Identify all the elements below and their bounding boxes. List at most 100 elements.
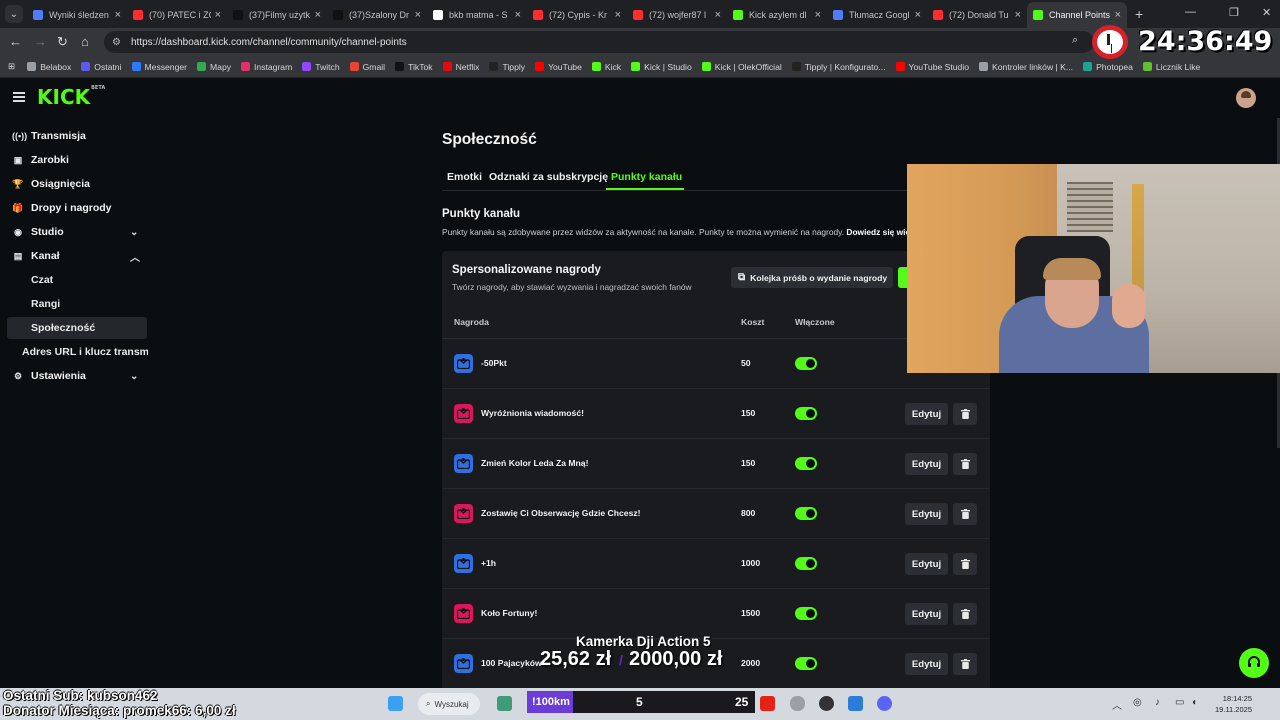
sidebar-item-spolecznosc[interactable]: Społeczność — [31, 322, 95, 334]
tab-search-button[interactable]: ⌄ — [5, 5, 23, 23]
bookmark-item[interactable]: Tipply | Konfigurato... — [791, 62, 886, 72]
tab-close-icon[interactable]: × — [315, 9, 321, 21]
tray-clock[interactable]: 18:14:25 19.11.2025 — [1214, 693, 1252, 715]
sidebar-item-settings[interactable]: ⚙ Ustawienia ⌄ — [12, 365, 138, 387]
delete-button[interactable] — [953, 553, 977, 575]
minimize-icon[interactable]: — — [1185, 6, 1196, 18]
tab-emotki[interactable]: Emotki — [447, 171, 482, 183]
mouse-app-icon[interactable] — [790, 696, 805, 711]
browser-tab[interactable]: (72) wojfer87 l × — [627, 2, 727, 28]
delete-button[interactable] — [953, 653, 977, 675]
menu-icon[interactable] — [13, 92, 25, 102]
bookmark-item[interactable]: Gmail — [349, 62, 385, 72]
bookmark-item[interactable]: Belabox — [27, 62, 71, 72]
tab-close-icon[interactable]: × — [815, 9, 821, 21]
sidebar-item-stream-key[interactable]: Adres URL i klucz transmisji — [22, 346, 148, 358]
tab-punkty-kanalu[interactable]: Punkty kanału — [611, 171, 682, 183]
sidebar-item-rangi[interactable]: Rangi — [31, 298, 60, 310]
reward-enabled-toggle[interactable] — [795, 407, 817, 420]
edit-button[interactable]: Edytuj — [905, 403, 948, 425]
bookmark-item[interactable]: Kick — [591, 62, 621, 72]
bookmark-item[interactable]: YouTube — [535, 62, 582, 72]
taskbar-search[interactable]: ⌕ Wyszukaj — [418, 693, 480, 715]
browser-tab[interactable]: (37)Szalony Dr × — [327, 2, 427, 28]
obs-app-icon[interactable] — [819, 696, 834, 711]
tab-close-icon[interactable]: × — [915, 9, 921, 21]
bookmark-item[interactable]: Kick | OlekOfficial — [701, 62, 782, 72]
new-tab-button[interactable]: + — [1135, 6, 1143, 22]
tray-wifi-icon[interactable]: ▭ — [1175, 697, 1184, 708]
window-app-icon[interactable] — [848, 696, 863, 711]
tab-close-icon[interactable]: × — [415, 9, 421, 21]
delete-button[interactable] — [953, 503, 977, 525]
delete-button[interactable] — [953, 403, 977, 425]
bookmark-item[interactable]: Licznik Like — [1142, 62, 1200, 72]
redemption-queue-button[interactable]: ⧉ Kolejka próśb o wydanie nagrody — [731, 267, 893, 288]
reward-enabled-toggle[interactable] — [795, 357, 817, 370]
home-icon[interactable]: ⌂ — [81, 34, 89, 49]
edit-button[interactable]: Edytuj — [905, 603, 948, 625]
site-info-icon[interactable]: ⚙ — [112, 37, 121, 48]
tab-close-icon[interactable]: × — [215, 9, 221, 21]
url-input[interactable]: ⚙ https://dashboard.kick.com/channel/com… — [104, 31, 1094, 53]
bookmark-item[interactable]: Twitch — [302, 62, 340, 72]
reward-enabled-toggle[interactable] — [795, 457, 817, 470]
avatar[interactable] — [1236, 88, 1256, 108]
browser-tab[interactable]: (37)Filmy użytk × — [227, 2, 327, 28]
bookmark-item[interactable]: Messenger — [131, 62, 187, 72]
bookmark-item[interactable]: Kontroler linków | K... — [979, 62, 1073, 72]
apps-icon[interactable]: ⊞ — [8, 61, 15, 72]
tab-close-icon[interactable]: × — [615, 9, 621, 21]
edit-button[interactable]: Edytuj — [905, 453, 948, 475]
discord-app-icon[interactable] — [877, 696, 892, 711]
reward-enabled-toggle[interactable] — [795, 557, 817, 570]
support-chat-button[interactable] — [1239, 648, 1269, 678]
sidebar-item-transmisja[interactable]: ((•)) Transmisja — [12, 125, 86, 147]
maximize-icon[interactable]: ❐ — [1229, 6, 1239, 19]
chevron-down-icon[interactable]: ⌄ — [130, 371, 138, 382]
sidebar-item-osi-gni-cia[interactable]: 🏆 Osiągnięcia — [12, 173, 90, 195]
tab-close-icon[interactable]: × — [1015, 9, 1021, 21]
browser-tab[interactable]: Tłumacz Googl × — [827, 2, 927, 28]
bookmark-item[interactable]: YouTube Studio — [895, 62, 969, 72]
forward-icon[interactable]: → — [34, 34, 47, 49]
bookmark-item[interactable]: Netflix — [442, 62, 479, 72]
browser-tab[interactable]: Channel Points × — [1027, 2, 1127, 28]
bookmark-item[interactable]: Tipply — [489, 62, 525, 72]
tab-odznaki[interactable]: Odznaki za subskrypcję — [489, 171, 608, 183]
edit-button[interactable]: Edytuj — [905, 503, 948, 525]
chevron-up-icon[interactable]: ︿ — [130, 249, 140, 264]
sidebar-item-dropy-i-nagrody[interactable]: 🎁 Dropy i nagrody — [12, 197, 111, 219]
browser-tab[interactable]: (72) Donald Tu × — [927, 2, 1027, 28]
tab-close-icon[interactable]: × — [1115, 9, 1121, 21]
tray-chevron-icon[interactable]: ︿ — [1112, 697, 1122, 712]
sidebar-item-czat[interactable]: Czat — [31, 274, 53, 286]
learn-more-link[interactable]: Dowiedz się więcej — [846, 227, 908, 237]
sidebar-item-kana-[interactable]: ▤ Kanał ︿ — [12, 245, 140, 267]
delete-button[interactable] — [953, 603, 977, 625]
tab-close-icon[interactable]: × — [115, 9, 121, 21]
edit-button[interactable]: Edytuj — [905, 553, 948, 575]
youtube-app-icon[interactable] — [760, 696, 775, 711]
browser-tab[interactable]: (72) Cypis - Kr × — [527, 2, 627, 28]
bookmark-item[interactable]: Ostatni — [81, 62, 122, 72]
delete-button[interactable] — [953, 453, 977, 475]
reward-enabled-toggle[interactable] — [795, 657, 817, 670]
reward-enabled-toggle[interactable] — [795, 507, 817, 520]
tray-network-icon[interactable]: ◎ — [1133, 697, 1142, 708]
reward-enabled-toggle[interactable] — [795, 607, 817, 620]
close-window-icon[interactable]: ✕ — [1262, 6, 1271, 19]
browser-tab[interactable]: Kick azylem dl × — [727, 2, 827, 28]
tray-mic-icon[interactable]: ♪ — [1155, 697, 1160, 708]
chevron-down-icon[interactable]: ⌄ — [130, 227, 138, 238]
tab-close-icon[interactable]: × — [715, 9, 721, 21]
start-icon[interactable] — [388, 696, 403, 711]
bookmark-item[interactable]: Instagram — [241, 62, 292, 72]
bookmark-item[interactable]: Mapy — [197, 62, 231, 72]
browser-tab[interactable]: Wyniki śledzen × — [27, 2, 127, 28]
taskview-icon[interactable] — [497, 696, 512, 711]
kick-logo[interactable]: KICKBETA — [37, 85, 105, 109]
bookmark-item[interactable]: Photopea — [1083, 62, 1133, 72]
browser-tab[interactable]: (70) PATEC i ZC × — [127, 2, 227, 28]
sidebar-item-studio[interactable]: ◉ Studio ⌄ — [12, 221, 138, 243]
